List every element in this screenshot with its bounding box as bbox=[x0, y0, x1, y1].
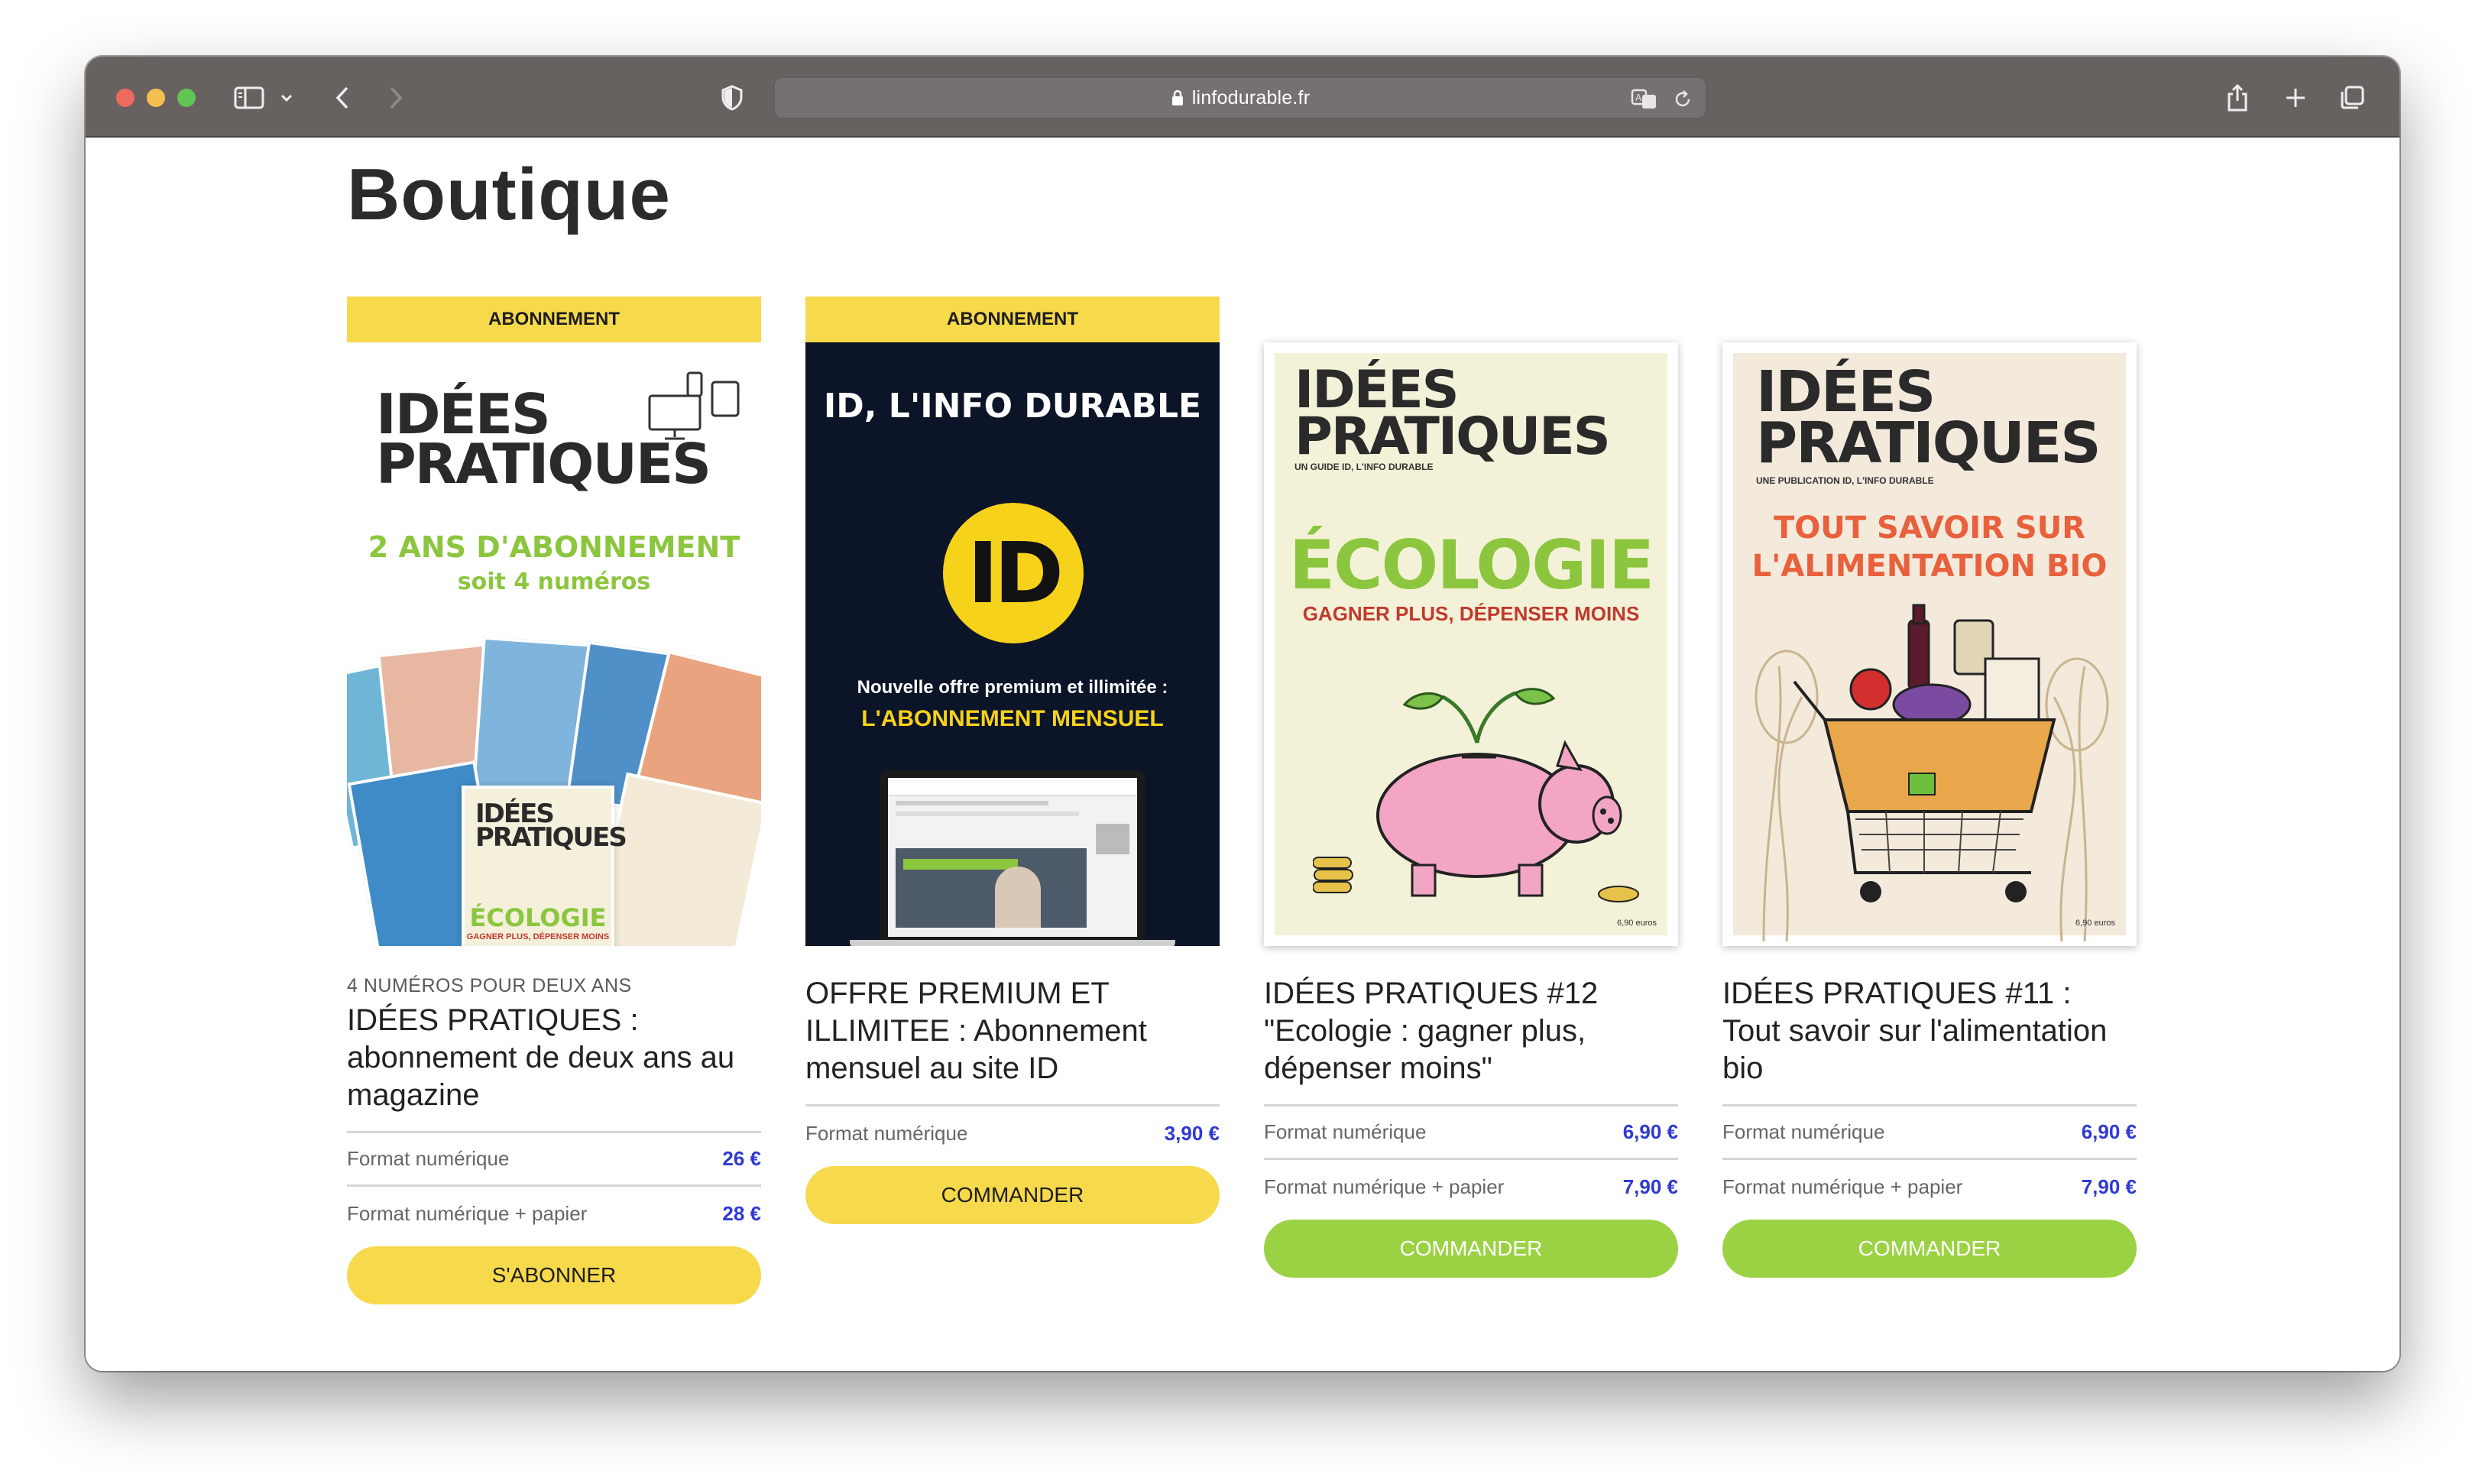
reload-icon[interactable] bbox=[1672, 87, 1693, 112]
cover-logo: IDÉES PRATIQUES bbox=[1756, 359, 2101, 476]
svg-text:A: A bbox=[1635, 92, 1642, 103]
subscription-badge: ABONNEMENT bbox=[805, 296, 1220, 342]
privacy-shield-icon[interactable] bbox=[717, 79, 747, 116]
price-row[interactable]: Format numérique + papier 28 € bbox=[347, 1187, 761, 1240]
price-list: Format numérique 6,90 € Format numérique… bbox=[1722, 1104, 2137, 1213]
id-logo: ID bbox=[943, 503, 1084, 643]
cover-tagline: UNE PUBLICATION ID, L'INFO DURABLE bbox=[1756, 475, 1934, 486]
product-title[interactable]: IDÉES PRATIQUES : abonnement de deux ans… bbox=[347, 1002, 761, 1114]
product-cover-image[interactable]: ID, L'INFO DURABLE ID Nouvelle offre pre… bbox=[805, 342, 1220, 946]
zoom-window-button[interactable] bbox=[177, 89, 196, 107]
product-card: IDÉES PRATIQUES UNE PUBLICATION ID, L'IN… bbox=[1722, 342, 2137, 1278]
cover-price-tag: 6,90 euros bbox=[2075, 919, 2115, 928]
back-icon[interactable] bbox=[327, 79, 358, 116]
price-list: Format numérique 3,90 € bbox=[805, 1104, 1220, 1160]
product-title[interactable]: IDÉES PRATIQUES #12 "Ecologie : gagner p… bbox=[1264, 975, 1678, 1087]
cover-headline: L'ALIMENTATION BIO bbox=[1751, 549, 2108, 584]
minimize-window-button[interactable] bbox=[147, 89, 165, 107]
price-value: 7,90 € bbox=[1622, 1175, 1678, 1198]
product-cover-image[interactable]: IDÉES PRATIQUES 2 ANS D'ABONNEMENT soit … bbox=[347, 342, 761, 946]
cover-tagline: UN GUIDE ID, L'INFO DURABLE bbox=[1294, 462, 1434, 472]
cover-price-tag: 6,90 euros bbox=[1617, 919, 1657, 928]
subscribe-button[interactable]: S'ABONNER bbox=[347, 1246, 761, 1304]
sidebar-toggle-icon[interactable] bbox=[232, 79, 266, 116]
price-label: Format numérique + papier bbox=[1264, 1175, 1505, 1198]
product-sub-label: 4 NUMÉROS POUR DEUX ANS bbox=[347, 975, 632, 996]
cover-subheadline: soit 4 numéros bbox=[457, 569, 651, 595]
cover-headline: ÉCOLOGIE bbox=[1288, 526, 1654, 604]
cover-subheadline: GAGNER PLUS, DÉPENSER MOINS bbox=[1302, 602, 1640, 625]
price-row[interactable]: Format numérique 6,90 € bbox=[1264, 1107, 1678, 1160]
price-value: 7,90 € bbox=[2081, 1175, 2137, 1198]
price-value: 28 € bbox=[722, 1201, 761, 1225]
product-title[interactable]: OFFRE PREMIUM ET ILLIMITEE : Abonnement … bbox=[805, 975, 1220, 1087]
price-value: 26 € bbox=[722, 1147, 761, 1170]
order-button[interactable]: COMMANDER bbox=[1722, 1220, 2137, 1278]
price-label: Format numérique + papier bbox=[347, 1201, 588, 1225]
price-label: Format numérique + papier bbox=[1722, 1175, 1963, 1198]
price-row[interactable]: Format numérique + papier 7,90 € bbox=[1264, 1160, 1678, 1213]
chevron-down-icon[interactable] bbox=[278, 79, 295, 116]
tab-overview-icon[interactable] bbox=[2337, 79, 2367, 116]
address-bar[interactable]: linfodurable.fr A bbox=[773, 76, 1707, 119]
piggy-bank-illustration bbox=[1313, 688, 1639, 902]
price-row[interactable]: Format numérique 6,90 € bbox=[1722, 1107, 2137, 1160]
order-button[interactable]: COMMANDER bbox=[1264, 1220, 1678, 1278]
page-title: Boutique bbox=[347, 154, 671, 235]
product-cover-image[interactable]: IDÉES PRATIQUES UNE PUBLICATION ID, L'IN… bbox=[1722, 342, 2137, 946]
cover-line: L'ABONNEMENT MENSUEL bbox=[861, 706, 1164, 731]
cover-line: Nouvelle offre premium et illimitée : bbox=[857, 677, 1168, 698]
url-text: linfodurable.fr bbox=[1191, 86, 1311, 109]
price-label: Format numérique bbox=[1722, 1120, 1885, 1143]
price-value: 6,90 € bbox=[1622, 1120, 1678, 1143]
new-tab-icon[interactable] bbox=[2280, 79, 2311, 116]
price-list: Format numérique 6,90 € Format numérique… bbox=[1264, 1104, 1678, 1213]
product-card: ABONNEMENT ID, L'INFO DURABLE ID Nouvell… bbox=[805, 296, 1220, 1224]
translate-icon[interactable]: A bbox=[1631, 87, 1658, 112]
product-card: ABONNEMENT IDÉES PRATIQUES 2 ANS D'ABONN… bbox=[347, 296, 761, 1304]
order-button[interactable]: COMMANDER bbox=[805, 1166, 1220, 1224]
product-cover-image[interactable]: IDÉES PRATIQUES UN GUIDE ID, L'INFO DURA… bbox=[1264, 342, 1678, 946]
subscription-badge: ABONNEMENT bbox=[347, 296, 761, 342]
browser-toolbar: linfodurable.fr A bbox=[86, 57, 2399, 138]
share-icon[interactable] bbox=[2222, 79, 2253, 116]
price-label: Format numérique bbox=[347, 1147, 510, 1170]
price-value: 3,90 € bbox=[1164, 1121, 1220, 1145]
forward-icon[interactable] bbox=[381, 79, 411, 116]
product-title[interactable]: IDÉES PRATIQUES #11 : Tout savoir sur l'… bbox=[1722, 975, 2137, 1087]
lock-icon bbox=[1171, 89, 1184, 106]
page-content: Boutique ABONNEMENT IDÉES PRATIQUES 2 AN… bbox=[86, 139, 2399, 1371]
price-value: 6,90 € bbox=[2081, 1120, 2137, 1143]
cover-headline: TOUT SAVOIR SUR bbox=[1774, 510, 2085, 546]
devices-icon bbox=[648, 371, 740, 440]
price-row[interactable]: Format numérique + papier 7,90 € bbox=[1722, 1160, 2137, 1213]
price-label: Format numérique bbox=[805, 1121, 968, 1145]
close-window-button[interactable] bbox=[116, 89, 134, 107]
browser-window: linfodurable.fr A Boutique ABONNEMENT ID… bbox=[86, 57, 2399, 1371]
price-label: Format numérique bbox=[1264, 1120, 1427, 1143]
cover-headline: ID, L'INFO DURABLE bbox=[823, 387, 1202, 426]
shopping-cart-illustration bbox=[1755, 604, 2109, 941]
product-card: IDÉES PRATIQUES UN GUIDE ID, L'INFO DURA… bbox=[1264, 342, 1678, 1278]
cover-headline: 2 ANS D'ABONNEMENT bbox=[368, 530, 740, 564]
cover-logo: IDÉES PRATIQUES bbox=[1294, 360, 1611, 468]
price-list: Format numérique 26 € Format numérique +… bbox=[347, 1131, 761, 1240]
price-row[interactable]: Format numérique 3,90 € bbox=[805, 1107, 1220, 1160]
price-row[interactable]: Format numérique 26 € bbox=[347, 1133, 761, 1187]
